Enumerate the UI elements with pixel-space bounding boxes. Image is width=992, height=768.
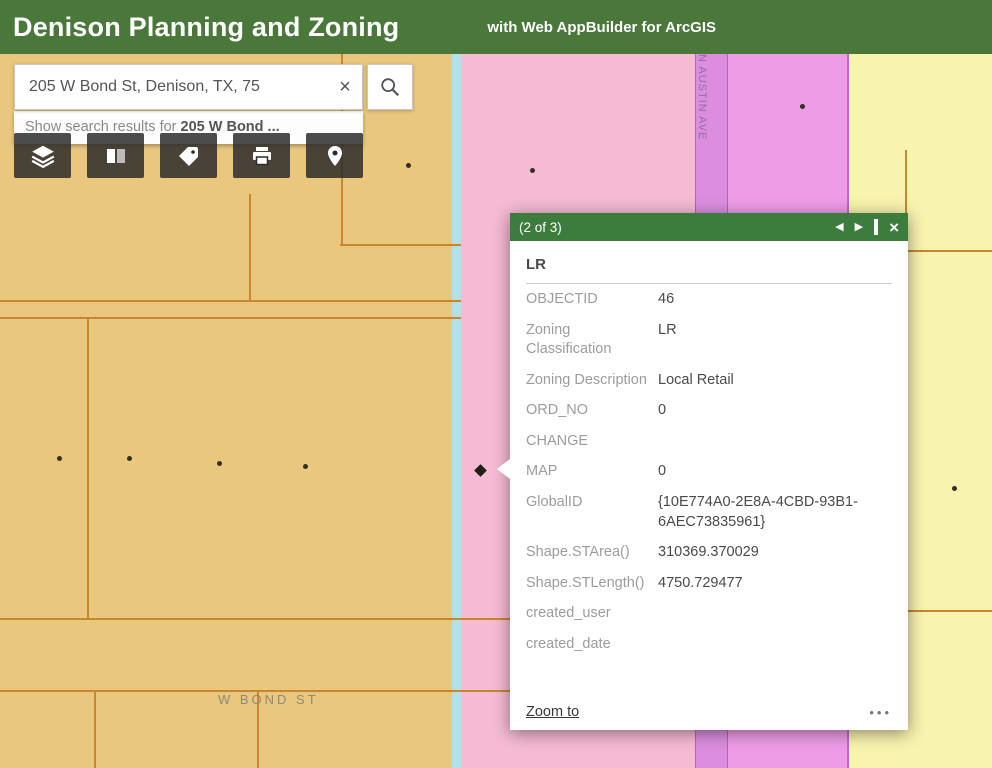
print-icon (250, 144, 274, 168)
field-label: OBJECTID (526, 290, 658, 310)
map-point (530, 168, 535, 173)
field-value: 0 (658, 462, 892, 482)
search-button[interactable] (367, 64, 413, 110)
field-value: 0 (658, 401, 892, 421)
field-row: created_user (526, 598, 892, 629)
basemap-icon (104, 144, 128, 168)
parcel-line (905, 250, 992, 252)
field-value: LR (658, 321, 892, 360)
field-label: Zoning Description (526, 371, 658, 391)
next-feature-icon[interactable]: ▶ (855, 222, 863, 233)
parcel-line (0, 300, 461, 302)
field-value (658, 432, 892, 452)
search-box: × (14, 64, 363, 110)
app-title: Denison Planning and Zoning (0, 12, 399, 43)
map-point (406, 163, 411, 168)
popup-footer: Zoom to ••• (510, 694, 908, 730)
map-point (952, 486, 957, 491)
field-row: Shape.STLength() 4750.729477 (526, 568, 892, 599)
popup-pager: (2 of 3) (519, 220, 824, 235)
field-row: CHANGE (526, 426, 892, 457)
field-value: 46 (658, 290, 892, 310)
clear-search-icon[interactable]: × (328, 76, 362, 99)
field-value: 4750.729477 (658, 574, 892, 594)
search-input[interactable] (15, 78, 328, 96)
field-value: Local Retail (658, 371, 892, 391)
tag-button[interactable] (160, 133, 217, 178)
map-point (800, 104, 805, 109)
field-label: Zoning Classification (526, 321, 658, 360)
parcel-line (340, 244, 461, 246)
field-row: OBJECTID 46 (526, 284, 892, 315)
field-label: created_user (526, 604, 658, 624)
field-row: ORD_NO 0 (526, 395, 892, 426)
field-row: GlobalID {10E774A0-2E8A-4CBD-93B1-6AEC73… (526, 487, 892, 537)
print-button[interactable] (233, 133, 290, 178)
prev-feature-icon[interactable]: ◀ (835, 222, 843, 233)
field-value: 310369.370029 (658, 543, 892, 563)
field-label: Shape.STArea() (526, 543, 658, 563)
map-point (127, 456, 132, 461)
pin-button[interactable] (306, 133, 363, 178)
parcel-line (87, 317, 89, 620)
field-row: Zoning Description Local Retail (526, 365, 892, 396)
field-label: CHANGE (526, 432, 658, 452)
tag-icon (177, 144, 201, 168)
search-icon (379, 76, 401, 98)
parcel-line (905, 610, 992, 612)
maximize-icon[interactable] (874, 222, 878, 233)
field-label: GlobalID (526, 493, 658, 532)
close-icon[interactable]: × (889, 219, 899, 236)
parcel-line (0, 317, 461, 319)
feature-popup: (2 of 3) ◀ ▶ × LR OBJECTID 46 Zoning Cla… (510, 213, 908, 730)
parcel-line (94, 690, 96, 768)
field-value: {10E774A0-2E8A-4CBD-93B1-6AEC73835961} (658, 493, 892, 532)
layers-icon (30, 143, 56, 169)
layers-button[interactable] (14, 133, 71, 178)
pin-icon (323, 144, 347, 168)
field-row: Zoning Classification LR (526, 315, 892, 365)
map-point (303, 464, 308, 469)
field-row: created_date (526, 629, 892, 660)
field-row: Shape.STArea() 310369.370029 (526, 537, 892, 568)
street-label-n-austin-ave: N AUSTIN AVE (696, 54, 708, 140)
field-label: ORD_NO (526, 401, 658, 421)
field-label: MAP (526, 462, 658, 482)
app-subtitle: with Web AppBuilder for ArcGIS (487, 19, 716, 36)
app-header: Denison Planning and Zoning with Web App… (0, 0, 992, 54)
parcel-line (249, 194, 251, 302)
maximize-box (874, 219, 878, 235)
popup-header: (2 of 3) ◀ ▶ × (510, 213, 908, 241)
field-label: Shape.STLength() (526, 574, 658, 594)
popup-pointer (497, 459, 510, 479)
basemap-button[interactable] (87, 133, 144, 178)
popup-body: LR OBJECTID 46 Zoning Classification LR … (510, 241, 908, 686)
field-label: created_date (526, 635, 658, 655)
popup-title: LR (526, 241, 892, 284)
street-water-line (452, 54, 461, 768)
street-label-w-bond-st: W BOND ST (218, 692, 319, 707)
zoom-to-link[interactable]: Zoom to (526, 704, 579, 720)
field-value (658, 604, 892, 624)
map-point (217, 461, 222, 466)
more-options-icon[interactable]: ••• (869, 705, 892, 720)
widget-toolbar (14, 133, 379, 178)
map-point (57, 456, 62, 461)
field-value (658, 635, 892, 655)
field-row: MAP 0 (526, 456, 892, 487)
